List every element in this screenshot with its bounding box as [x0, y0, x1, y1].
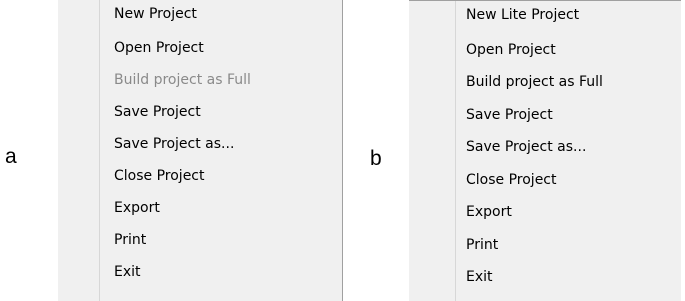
menu-item-label: Save Project as...	[114, 136, 235, 152]
menu-item-save-project[interactable]: Save Project	[409, 99, 681, 132]
figure-stage: a New Project Open Project Build project…	[0, 0, 685, 301]
menu-item-label: Close Project	[114, 168, 205, 184]
menu-item-open-project[interactable]: Open Project	[409, 34, 681, 67]
menu-item-close-project[interactable]: Close Project	[409, 164, 681, 197]
menu-item-label: Exit	[466, 269, 493, 285]
menu-list-b: New Lite Project Open Project Build proj…	[409, 1, 681, 294]
menu-item-label: Save Project as...	[466, 139, 587, 155]
menu-item-label: Open Project	[466, 41, 556, 58]
menu-item-label: New Lite Project	[466, 7, 580, 23]
menu-item-build-project-as-full: Build project as Full	[58, 64, 342, 96]
panel-label-b: b	[370, 147, 382, 170]
menu-item-label: Close Project	[466, 171, 557, 188]
menu-item-save-project-as[interactable]: Save Project as...	[58, 128, 342, 160]
menu-item-export[interactable]: Export	[58, 192, 342, 224]
menu-item-close-project[interactable]: Close Project	[58, 160, 342, 192]
menu-item-new-project[interactable]: New Project	[58, 0, 342, 32]
menu-item-label: Build project as Full	[466, 74, 603, 90]
menu-item-exit[interactable]: Exit	[58, 256, 342, 288]
menu-list-a: New Project Open Project Build project a…	[58, 0, 342, 288]
menu-item-save-project-as[interactable]: Save Project as...	[409, 131, 681, 164]
menu-item-label: Exit	[114, 264, 141, 280]
menu-item-label: Build project as Full	[114, 72, 251, 88]
menu-item-label: Print	[114, 232, 147, 248]
file-menu-b: New Lite Project Open Project Build proj…	[409, 0, 681, 301]
menu-item-build-project-as-full[interactable]: Build project as Full	[409, 66, 681, 99]
menu-item-label: Export	[114, 200, 160, 216]
menu-item-print[interactable]: Print	[58, 224, 342, 256]
menu-item-save-project[interactable]: Save Project	[58, 96, 342, 128]
menu-item-open-project[interactable]: Open Project	[58, 32, 342, 64]
menu-item-label: New Project	[114, 6, 197, 22]
menu-item-export[interactable]: Export	[409, 196, 681, 229]
menu-item-label: Print	[466, 236, 499, 253]
menu-item-label: Save Project	[466, 106, 553, 123]
menu-item-label: Open Project	[114, 40, 204, 56]
panel-label-a: a	[5, 145, 17, 168]
menu-item-exit[interactable]: Exit	[409, 261, 681, 294]
menu-item-label: Save Project	[114, 104, 201, 120]
file-menu-a: New Project Open Project Build project a…	[58, 0, 343, 301]
menu-item-print[interactable]: Print	[409, 229, 681, 262]
menu-item-new-lite-project[interactable]: New Lite Project	[409, 1, 681, 34]
menu-item-label: Export	[466, 204, 512, 220]
